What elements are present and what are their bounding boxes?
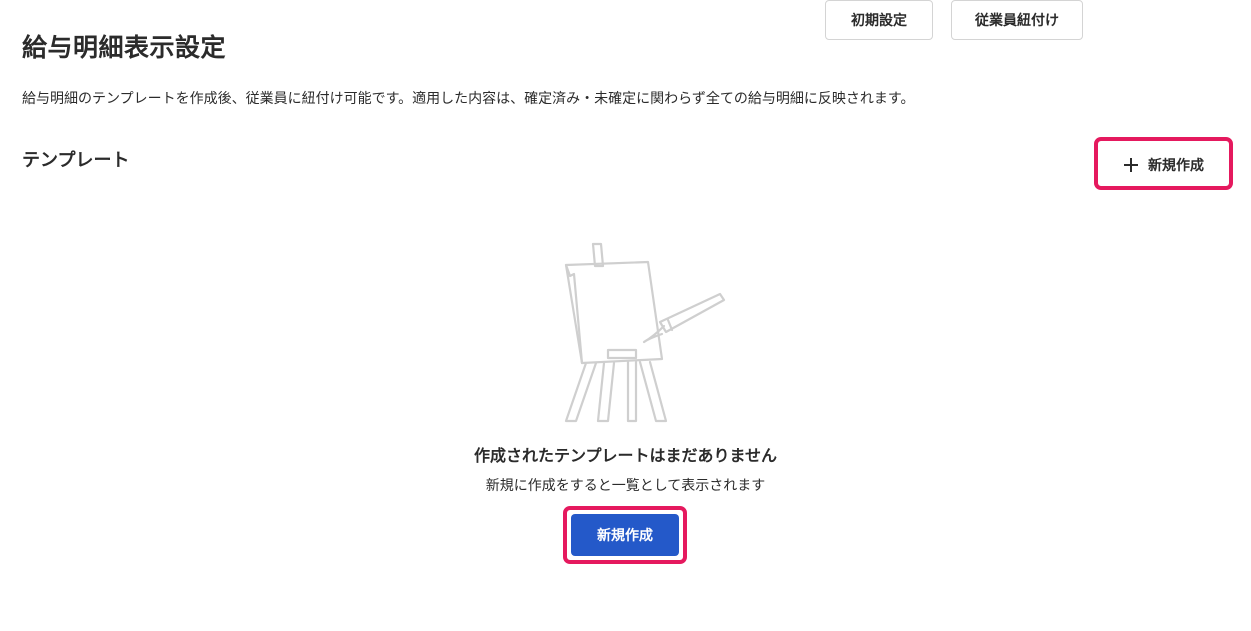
payslip-display-settings-page: 給与明細表示設定 給与明細のテンプレートを作成後、従業員に紐付け可能です。適用し… [0, 0, 1251, 631]
page-description: 給与明細のテンプレートを作成後、従業員に紐付け可能です。適用した内容は、確定済み… [22, 91, 915, 107]
page-title: 給与明細表示設定 [22, 33, 227, 62]
initial-settings-button[interactable]: 初期設定 [825, 0, 933, 40]
empty-state-description: 新規に作成をすると一覧として表示されます [485, 478, 766, 494]
easel-icon [564, 242, 726, 423]
template-section-title: テンプレート [22, 150, 130, 171]
new-template-button[interactable]: 新規作成 [1102, 145, 1226, 185]
assign-employees-label: 従業員紐付け [975, 13, 1059, 29]
plus-icon [1124, 158, 1138, 172]
empty-state-title: 作成されたテンプレートはまだありません [473, 446, 778, 465]
initial-settings-label: 初期設定 [851, 13, 907, 29]
new-template-label: 新規作成 [1148, 158, 1204, 174]
assign-employees-button[interactable]: 従業員紐付け [951, 0, 1083, 40]
empty-state-new-button[interactable]: 新規作成 [571, 514, 679, 556]
